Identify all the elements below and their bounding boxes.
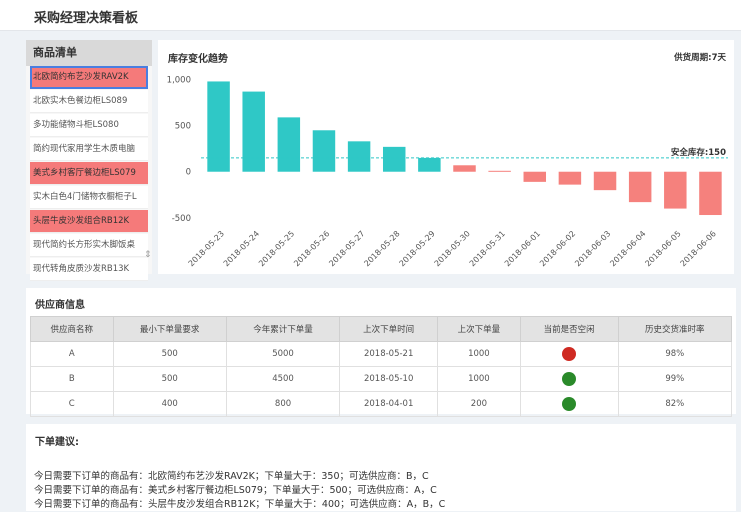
product-item[interactable]: 北欧实木色餐边柜LS089: [30, 90, 148, 113]
table-cell: 5000: [225, 341, 341, 367]
table-row: C 400 800 2018-04-01 200 82%: [30, 391, 733, 417]
chart-bar: [453, 165, 476, 172]
x-tick-label: 2018-06-04: [608, 229, 647, 268]
x-tick-label: 2018-06-06: [679, 229, 718, 268]
chart-bar: [593, 171, 617, 191]
y-tick-label: 500: [175, 122, 191, 132]
chart-bar: [523, 171, 547, 182]
table-cell: 500: [112, 366, 227, 392]
product-item[interactable]: 实木白色4门储物衣橱柜子L: [30, 186, 148, 209]
chart-bar: [277, 117, 301, 172]
product-item[interactable]: 简约现代家用学生木质电脑: [30, 138, 148, 161]
product-list-header: 商品清单: [26, 40, 152, 66]
chart-bar: [382, 146, 406, 172]
table-cell: 1000: [437, 366, 521, 392]
scroll-arrows-icon[interactable]: ⇕: [144, 250, 152, 260]
table-cell: 500: [112, 341, 227, 367]
table-cell: 800: [225, 391, 341, 417]
table-cell: 98%: [617, 341, 733, 367]
table-cell: A: [30, 341, 114, 367]
chart-bar: [488, 170, 511, 172]
supplier-table: 供应商名称 最小下单量要求 今年累计下单量 上次下单时间 上次下单量 当前是否空闲 历史交货…: [30, 316, 733, 417]
advice-line: 今日需要下订单的商品有：美式乡村客厅餐边柜LS079；下单量大于：500；可选供…: [34, 485, 437, 496]
table-cell: 1000: [437, 341, 521, 367]
advice-lines: 今日需要下订单的商品有：北欧简约布艺沙发RAV2K；下单量大于：350；可选供应…: [34, 470, 445, 512]
product-item[interactable]: 现代转角皮质沙发RB13K: [30, 258, 148, 281]
product-item[interactable]: 头层牛皮沙发组合RB12K: [30, 210, 148, 233]
table-cell: 99%: [617, 366, 733, 392]
column-header: 最小下单量要求: [112, 316, 227, 342]
product-item[interactable]: 美式乡村客厅餐边柜LS079: [30, 162, 148, 185]
x-tick-label: 2018-05-26: [292, 229, 331, 268]
x-tick-label: 2018-06-02: [538, 229, 577, 268]
column-header: 供应商名称: [30, 316, 114, 342]
y-tick-label: 0: [186, 168, 191, 178]
column-header: 今年累计下单量: [225, 316, 341, 342]
safety-stock-label: 安全库存:150: [671, 147, 726, 158]
table-row: A 500 5000 2018-05-21 1000 98%: [30, 341, 733, 367]
inventory-chart: 1,0005000-500安全库存:1502018-05-232018-05-2…: [167, 76, 728, 268]
chart-bar: [699, 171, 722, 216]
chart-bar: [312, 130, 336, 172]
product-list: 北欧简约布艺沙发RAV2K 北欧实木色餐边柜LS089 多功能储物斗柜LS080 简约…: [26, 66, 152, 281]
y-tick-label: -500: [172, 214, 191, 224]
chart-bar: [628, 171, 652, 203]
x-tick-label: 2018-05-30: [433, 229, 472, 268]
chart-bar: [347, 141, 371, 172]
chart-bar: [418, 157, 441, 172]
table-cell: 82%: [617, 391, 733, 417]
inventory-chart-panel: 库存变化趋势 供货周期:7天 1,000 500 0 -500 安全库存:150 2018…: [158, 40, 734, 274]
x-tick-label: 2018-05-25: [257, 229, 296, 268]
x-tick-label: 2018-05-28: [362, 229, 401, 268]
product-list-panel: 商品清单 北欧简约布艺沙发RAV2K 北欧实木色餐边柜LS089 多功能储物斗柜LS…: [26, 40, 152, 281]
status-dot-icon: [562, 397, 577, 411]
status-dot-icon: [562, 347, 577, 361]
table-cell: 2018-04-01: [339, 391, 439, 417]
advice-title: 下单建议:: [35, 437, 79, 448]
status-dot-icon: [562, 372, 577, 386]
column-header: 历史交货准时率: [617, 316, 733, 342]
chart-bar: [242, 91, 265, 172]
chart-bar: [558, 171, 582, 185]
table-row: B 500 4500 2018-05-10 1000 99%: [30, 366, 733, 392]
table-cell: B: [30, 366, 114, 392]
y-tick-label: 1,000: [167, 76, 191, 86]
page-title: 采购经理决策看板: [34, 11, 139, 26]
column-header: 上次下单时间: [339, 316, 439, 342]
x-tick-label: 2018-06-01: [503, 229, 542, 268]
product-item[interactable]: 多功能储物斗柜LS080: [30, 114, 148, 137]
product-item[interactable]: 北欧简约布艺沙发RAV2K: [30, 66, 148, 89]
availability-cell: [519, 341, 619, 367]
order-advice-panel: 下单建议: 今日需要下订单的商品有：北欧简约布艺沙发RAV2K；下单量大于：35…: [26, 424, 736, 511]
advice-line: 今日需要下订单的商品有：北欧简约布艺沙发RAV2K；下单量大于：350；可选供应…: [34, 471, 429, 482]
x-tick-label: 2018-06-03: [573, 229, 612, 268]
supplier-title: 供应商信息: [35, 300, 85, 311]
table-cell: C: [30, 391, 114, 417]
table-cell: 2018-05-10: [339, 366, 439, 392]
supplier-table-header: 供应商名称 最小下单量要求 今年累计下单量 上次下单时间 上次下单量 当前是否空闲 历史交货…: [30, 316, 733, 342]
x-tick-label: 2018-05-24: [222, 229, 261, 268]
supplier-panel: 供应商信息 供应商名称 最小下单量要求 今年累计下单量 上次下单时间 上次下单量 当前是否…: [26, 288, 736, 417]
chart-bar: [664, 171, 687, 209]
table-cell: 4500: [225, 366, 341, 392]
x-tick-label: 2018-05-23: [187, 229, 226, 268]
product-item[interactable]: 现代简约长方形实木脚饭桌: [30, 234, 148, 257]
x-tick-label: 2018-05-31: [468, 229, 507, 268]
x-tick-label: 2018-05-29: [398, 229, 437, 268]
x-tick-label: 2018-06-05: [643, 229, 682, 268]
availability-cell: [519, 366, 619, 392]
x-tick-label: 2018-05-27: [327, 229, 366, 268]
advice-line: 今日需要下订单的商品有：头层牛皮沙发组合RB12K；下单量大于：400；可选供应…: [34, 499, 446, 510]
table-cell: 2018-05-21: [339, 341, 439, 367]
table-cell: 400: [112, 391, 227, 417]
availability-cell: [519, 391, 619, 417]
column-header: 上次下单量: [437, 316, 521, 342]
app-header: 采购经理决策看板: [0, 0, 741, 31]
column-header: 当前是否空闲: [519, 316, 619, 342]
table-cell: 200: [437, 391, 521, 417]
